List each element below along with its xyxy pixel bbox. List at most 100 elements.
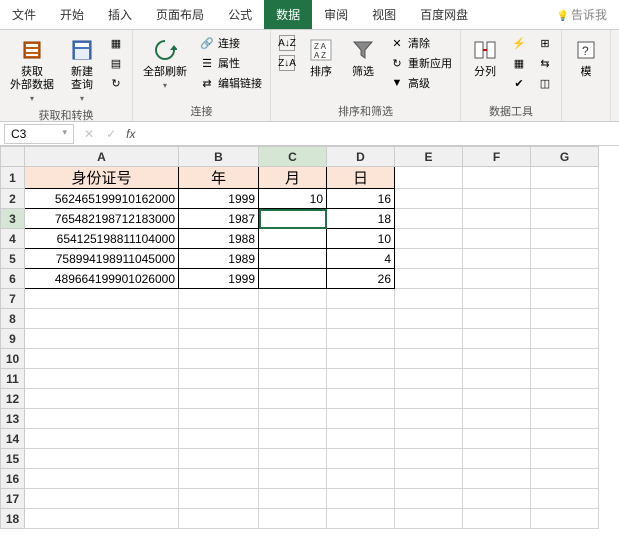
col-header-A[interactable]: A [25, 147, 179, 167]
cell-F14[interactable] [463, 429, 531, 449]
cell-C6[interactable] [259, 269, 327, 289]
select-all-corner[interactable] [1, 147, 25, 167]
cell-E12[interactable] [395, 389, 463, 409]
cell-B8[interactable] [179, 309, 259, 329]
cell-F5[interactable] [463, 249, 531, 269]
cell-A10[interactable] [25, 349, 179, 369]
cell-A9[interactable] [25, 329, 179, 349]
cell-D13[interactable] [327, 409, 395, 429]
cell-G3[interactable] [531, 209, 599, 229]
cell-D6[interactable]: 26 [327, 269, 395, 289]
cell-D17[interactable] [327, 489, 395, 509]
cell-F13[interactable] [463, 409, 531, 429]
cell-F18[interactable] [463, 509, 531, 529]
cell-A16[interactable] [25, 469, 179, 489]
accept-formula-button[interactable]: ✓ [100, 127, 122, 141]
manage-model-button[interactable]: ◫ [535, 74, 555, 92]
cell-D16[interactable] [327, 469, 395, 489]
cell-B10[interactable] [179, 349, 259, 369]
cell-B14[interactable] [179, 429, 259, 449]
cell-A6[interactable]: 489664199901026000 [25, 269, 179, 289]
row-header-18[interactable]: 18 [1, 509, 25, 529]
flash-fill-button[interactable]: ⚡ [509, 34, 529, 52]
cell-G2[interactable] [531, 189, 599, 209]
cell-A8[interactable] [25, 309, 179, 329]
col-header-G[interactable]: G [531, 147, 599, 167]
fx-icon[interactable]: fx [122, 127, 139, 141]
cell-E11[interactable] [395, 369, 463, 389]
cell-E14[interactable] [395, 429, 463, 449]
cell-G17[interactable] [531, 489, 599, 509]
row-header-17[interactable]: 17 [1, 489, 25, 509]
cell-B9[interactable] [179, 329, 259, 349]
sort-asc-button[interactable]: A↓Z [277, 34, 297, 52]
cell-B15[interactable] [179, 449, 259, 469]
cell-C1[interactable]: 月 [259, 167, 327, 189]
consolidate-button[interactable]: ⊞ [535, 34, 555, 52]
cell-F9[interactable] [463, 329, 531, 349]
col-header-B[interactable]: B [179, 147, 259, 167]
reapply-button[interactable]: ↻重新应用 [387, 54, 454, 72]
row-header-1[interactable]: 1 [1, 167, 25, 189]
sort-desc-button[interactable]: Z↓A [277, 54, 297, 72]
cell-F3[interactable] [463, 209, 531, 229]
cell-C3[interactable] [259, 209, 327, 229]
cell-C16[interactable] [259, 469, 327, 489]
cell-E4[interactable] [395, 229, 463, 249]
cell-E7[interactable] [395, 289, 463, 309]
cell-C15[interactable] [259, 449, 327, 469]
cell-G6[interactable] [531, 269, 599, 289]
cell-G1[interactable] [531, 167, 599, 189]
cell-D18[interactable] [327, 509, 395, 529]
cell-G15[interactable] [531, 449, 599, 469]
cell-B5[interactable]: 1989 [179, 249, 259, 269]
cell-F1[interactable] [463, 167, 531, 189]
cell-F12[interactable] [463, 389, 531, 409]
cell-C12[interactable] [259, 389, 327, 409]
row-header-11[interactable]: 11 [1, 369, 25, 389]
tab-formulas[interactable]: 公式 [216, 0, 264, 29]
new-query-button[interactable]: 新建 查询 [64, 34, 100, 105]
cell-E17[interactable] [395, 489, 463, 509]
cell-E15[interactable] [395, 449, 463, 469]
cell-E8[interactable] [395, 309, 463, 329]
cell-C2[interactable]: 10 [259, 189, 327, 209]
refresh-all-button[interactable]: 全部刷新 [139, 34, 191, 92]
cell-F6[interactable] [463, 269, 531, 289]
cell-E18[interactable] [395, 509, 463, 529]
cell-E9[interactable] [395, 329, 463, 349]
show-queries-button[interactable]: ▦ [106, 34, 126, 52]
row-header-4[interactable]: 4 [1, 229, 25, 249]
cell-A5[interactable]: 758994198911045000 [25, 249, 179, 269]
cell-B3[interactable]: 1987 [179, 209, 259, 229]
cell-B6[interactable]: 1999 [179, 269, 259, 289]
cell-G4[interactable] [531, 229, 599, 249]
row-header-2[interactable]: 2 [1, 189, 25, 209]
row-header-5[interactable]: 5 [1, 249, 25, 269]
tell-me[interactable]: 告诉我 [545, 0, 619, 29]
cell-A3[interactable]: 765482198712183000 [25, 209, 179, 229]
tab-home[interactable]: 开始 [48, 0, 96, 29]
relationships-button[interactable]: ⇆ [535, 54, 555, 72]
row-header-16[interactable]: 16 [1, 469, 25, 489]
cell-F16[interactable] [463, 469, 531, 489]
row-header-7[interactable]: 7 [1, 289, 25, 309]
cell-B18[interactable] [179, 509, 259, 529]
row-header-15[interactable]: 15 [1, 449, 25, 469]
cell-D9[interactable] [327, 329, 395, 349]
cell-G9[interactable] [531, 329, 599, 349]
cell-C13[interactable] [259, 409, 327, 429]
cell-G7[interactable] [531, 289, 599, 309]
row-header-14[interactable]: 14 [1, 429, 25, 449]
cell-B12[interactable] [179, 389, 259, 409]
cell-G5[interactable] [531, 249, 599, 269]
cell-D7[interactable] [327, 289, 395, 309]
cell-B16[interactable] [179, 469, 259, 489]
data-validation-button[interactable]: ✔ [509, 74, 529, 92]
tab-file[interactable]: 文件 [0, 0, 48, 29]
cell-F8[interactable] [463, 309, 531, 329]
cell-A7[interactable] [25, 289, 179, 309]
cell-B2[interactable]: 1999 [179, 189, 259, 209]
recent-sources-button[interactable]: ↻ [106, 74, 126, 92]
cell-E1[interactable] [395, 167, 463, 189]
